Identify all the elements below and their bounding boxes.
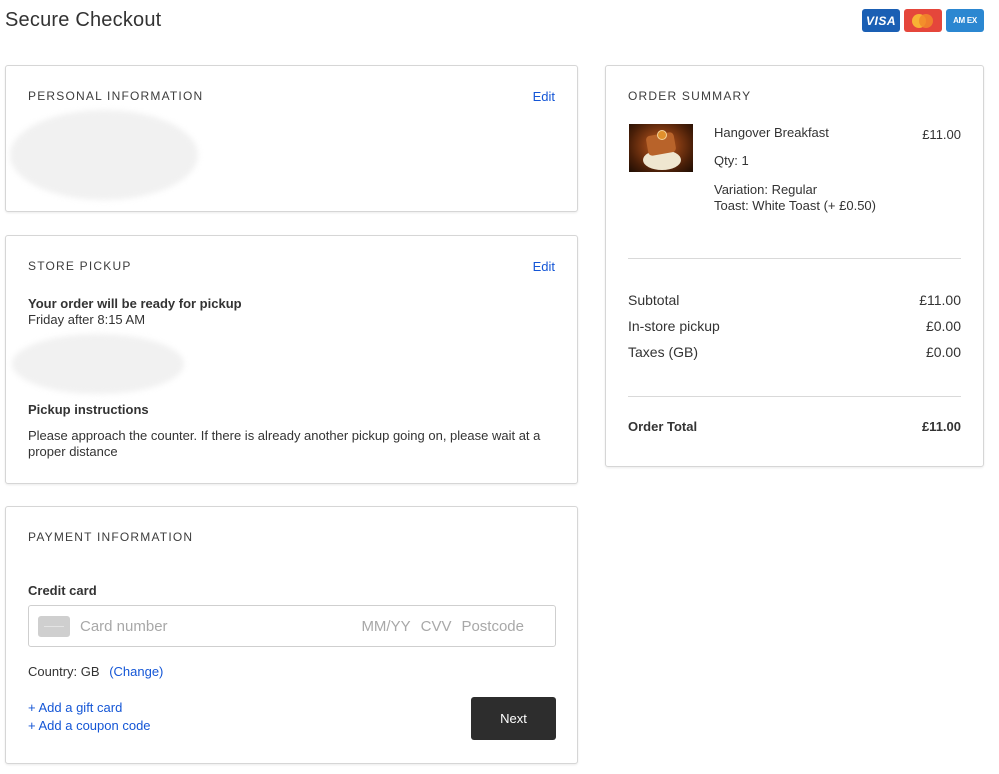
subtotal-label: Subtotal bbox=[628, 292, 680, 308]
store-pickup-panel: STORE PICKUP Edit Your order will be rea… bbox=[5, 235, 578, 484]
pickup-edit-link[interactable]: Edit bbox=[533, 259, 555, 274]
personal-edit-link[interactable]: Edit bbox=[533, 89, 555, 104]
order-summary-panel: ORDER SUMMARY Hangover Breakfast £11.00 … bbox=[605, 65, 984, 467]
cvv-input[interactable]: CVV bbox=[421, 618, 452, 635]
visa-logo: VISA bbox=[862, 9, 900, 32]
card-generic-icon bbox=[38, 615, 70, 637]
country-label: Country: bbox=[28, 664, 78, 679]
item-variation: Variation: Regular bbox=[714, 182, 818, 197]
subtotal-value: £11.00 bbox=[919, 292, 961, 308]
amex-logo: AM EX bbox=[946, 9, 984, 32]
item-price: £11.00 bbox=[922, 127, 961, 142]
credit-card-field[interactable]: Card number MM/YY CVV Postcode bbox=[28, 605, 556, 647]
pickup-instructions-label: Pickup instructions bbox=[28, 402, 149, 417]
redacted-personal-info bbox=[10, 110, 198, 200]
personal-information-panel: PERSONAL INFORMATION Edit bbox=[5, 65, 578, 212]
item-qty: Qty: 1 bbox=[714, 153, 749, 168]
payment-information-heading: PAYMENT INFORMATION bbox=[28, 530, 194, 544]
country-value: GB bbox=[80, 664, 100, 679]
order-total-label: Order Total bbox=[628, 419, 698, 434]
payment-information-panel: PAYMENT INFORMATION Credit card Card num… bbox=[5, 506, 578, 764]
add-gift-card-link[interactable]: + Add a gift card bbox=[28, 700, 122, 715]
credit-card-label: Credit card bbox=[28, 583, 97, 598]
taxes-row: Taxes (GB) £0.00 bbox=[628, 344, 961, 360]
next-button[interactable]: Next bbox=[471, 697, 556, 740]
item-thumbnail bbox=[629, 124, 693, 172]
taxes-value: £0.00 bbox=[925, 344, 961, 360]
personal-information-heading: PERSONAL INFORMATION bbox=[28, 89, 204, 103]
accepted-cards: VISA AM EX bbox=[862, 9, 984, 32]
total-divider bbox=[628, 396, 961, 397]
item-modifier: Toast: White Toast (+ £0.50) bbox=[714, 198, 876, 213]
pickup-fee-label: In-store pickup bbox=[628, 318, 720, 334]
subtotal-row: Subtotal £11.00 bbox=[628, 292, 961, 308]
pickup-instructions-text: Please approach the counter. If there is… bbox=[28, 428, 541, 459]
order-summary-heading: ORDER SUMMARY bbox=[628, 89, 752, 103]
mastercard-logo bbox=[904, 9, 942, 32]
change-country-link[interactable]: (Change) bbox=[109, 664, 163, 679]
order-total-value: £11.00 bbox=[921, 419, 961, 434]
redacted-store-address bbox=[12, 334, 184, 394]
pickup-ready-time: Friday after 8:15 AM bbox=[28, 312, 146, 327]
country-row: Country: GB (Change) bbox=[28, 664, 163, 679]
pickup-ready-label: Your order will be ready for pickup bbox=[28, 296, 242, 311]
store-pickup-heading: STORE PICKUP bbox=[28, 259, 132, 273]
postcode-input[interactable]: Postcode bbox=[461, 618, 524, 635]
add-coupon-code-link[interactable]: + Add a coupon code bbox=[28, 718, 151, 733]
card-number-input[interactable]: Card number bbox=[80, 618, 361, 635]
pickup-fee-value: £0.00 bbox=[925, 318, 961, 334]
order-total-row: Order Total £11.00 bbox=[628, 419, 961, 434]
pickup-fee-row: In-store pickup £0.00 bbox=[628, 318, 961, 334]
page-title: Secure Checkout bbox=[5, 9, 162, 31]
expiry-input[interactable]: MM/YY bbox=[361, 618, 410, 635]
item-name: Hangover Breakfast bbox=[714, 125, 829, 140]
summary-divider bbox=[628, 258, 961, 259]
taxes-label: Taxes (GB) bbox=[628, 344, 699, 360]
